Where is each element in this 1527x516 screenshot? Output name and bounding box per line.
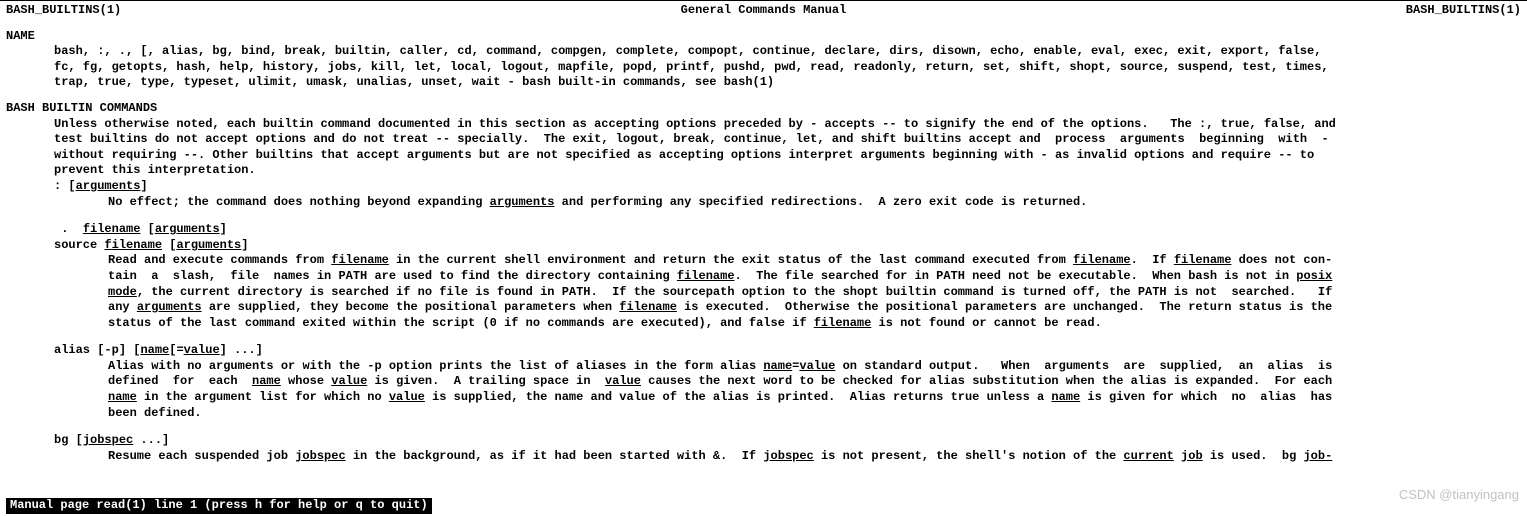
header-center: General Commands Manual [681,3,847,19]
alias-desc-3: name in the argument list for which no v… [108,390,1521,406]
builtins-intro-1: Unless otherwise noted, each builtin com… [54,117,1521,133]
section-name: NAME bash, :, ., [, alias, bg, bind, bre… [0,29,1527,91]
source-desc-3: mode, the current directory is searched … [108,285,1521,301]
man-header: BASH_BUILTINS(1) General Commands Manual… [0,3,1527,19]
colon-desc: No effect; the command does nothing beyo… [108,195,1521,211]
alias-synopsis: alias [-p] [name[=value] ...] [54,343,1521,359]
source-desc-2: tain a slash, file names in PATH are use… [108,269,1521,285]
source-desc-1: Read and execute commands from filename … [108,253,1521,269]
watermark: CSDN @tianyingang [1399,487,1519,504]
header-right: BASH_BUILTINS(1) [1406,3,1521,19]
pager-status-line[interactable]: Manual page read(1) line 1 (press h for … [6,498,432,514]
name-line-2: fc, fg, getopts, hash, help, history, jo… [54,60,1521,76]
source-desc-4: any arguments are supplied, they become … [108,300,1521,316]
builtins-heading: BASH BUILTIN COMMANDS [6,101,1521,117]
colon-synopsis: : [arguments] [54,179,1521,195]
dot-synopsis: . filename [arguments] [54,222,1521,238]
bg-synopsis: bg [jobspec ...] [54,433,1521,449]
alias-desc-1: Alias with no arguments or with the -p o… [108,359,1521,375]
source-synopsis: source filename [arguments] [54,238,1521,254]
name-line-3: trap, true, type, typeset, ulimit, umask… [54,75,1521,91]
bg-desc-1: Resume each suspended job jobspec in the… [108,449,1521,465]
header-left: BASH_BUILTINS(1) [6,3,121,19]
builtins-intro-4: prevent this interpretation. [54,163,1521,179]
man-page: { "header":{"left":"BASH_BUILTINS(1)","c… [0,0,1527,516]
section-builtins: BASH BUILTIN COMMANDS Unless otherwise n… [0,101,1527,464]
name-heading: NAME [6,29,1521,45]
builtins-intro-3: without requiring --. Other builtins tha… [54,148,1521,164]
builtins-intro-2: test builtins do not accept options and … [54,132,1521,148]
name-line-1: bash, :, ., [, alias, bg, bind, break, b… [54,44,1521,60]
alias-desc-4: been defined. [108,406,1521,422]
alias-desc-2: defined for each name whose value is giv… [108,374,1521,390]
source-desc-5: status of the last command exited within… [108,316,1521,332]
